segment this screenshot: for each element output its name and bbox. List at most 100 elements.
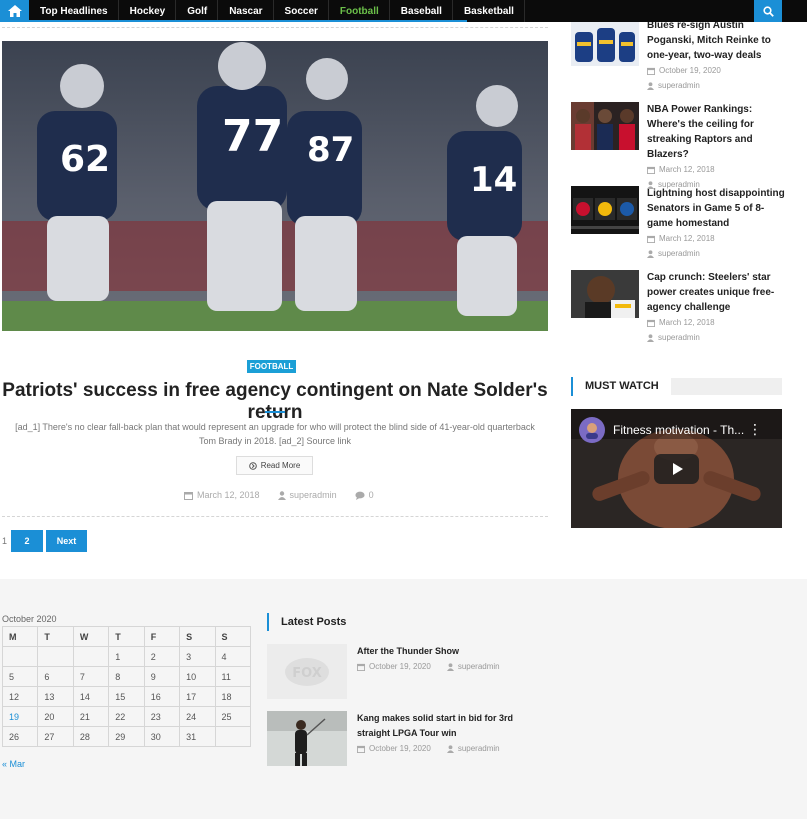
calendar-day: 23: [143, 706, 181, 727]
calendar-header: M: [1, 626, 39, 647]
nav-item-nascar[interactable]: Nascar: [218, 0, 274, 22]
nav-menu: Top Headlines Hockey Golf Nascar Soccer …: [29, 0, 525, 22]
calendar-day: [1, 646, 39, 667]
sidebar-post[interactable]: Lightning host disappointing Senators in…: [571, 186, 786, 266]
svg-text:14: 14: [470, 160, 517, 200]
sidebar-post-thumbnail[interactable]: [571, 102, 639, 150]
sidebar-author-text[interactable]: superadmin: [658, 81, 700, 90]
calendar-day: 4: [214, 646, 252, 667]
nav-item-soccer[interactable]: Soccer: [274, 0, 330, 22]
sidebar-post-thumbnail[interactable]: [571, 270, 639, 318]
article-excerpt: [ad_1] There's no clear fall-back plan t…: [15, 422, 535, 446]
page-current: 1: [2, 536, 8, 546]
article-author[interactable]: superadmin: [290, 490, 337, 500]
nav-item-baseball[interactable]: Baseball: [390, 0, 454, 22]
sidebar-post[interactable]: NBA Power Rankings: Where's the ceiling …: [571, 102, 787, 189]
calendar-day: 12: [1, 686, 39, 707]
sidebar-post-title[interactable]: Lightning host disappointing Senators in…: [647, 186, 787, 231]
read-more-button[interactable]: Read More: [236, 456, 313, 475]
calendar-prev-month-link[interactable]: « Mar: [2, 759, 25, 769]
calendar-day: [72, 646, 110, 667]
sidebar-post-thumbnail[interactable]: [571, 186, 639, 234]
pagination: 1 2 Next: [2, 530, 87, 552]
nav-item-hockey[interactable]: Hockey: [119, 0, 177, 22]
must-watch-heading: MUST WATCH: [571, 377, 782, 396]
page-2-button[interactable]: 2: [11, 530, 43, 552]
nav-item-golf[interactable]: Golf: [176, 0, 219, 22]
latest-post-meta: October 19, 2020 superadmin: [357, 741, 527, 756]
nav-item-football[interactable]: Football: [329, 0, 390, 22]
user-icon: [277, 490, 286, 500]
sidebar-date-text[interactable]: March 12, 2018: [659, 234, 715, 243]
next-page-button[interactable]: Next: [46, 530, 87, 552]
sidebar-post-author: superadmin: [647, 246, 787, 261]
sidebar-post-title[interactable]: Cap crunch: Steelers' star power creates…: [647, 270, 787, 315]
article-comments[interactable]: 0: [369, 490, 374, 500]
user-icon: [647, 81, 654, 90]
calendar-icon: [647, 319, 655, 327]
search-button[interactable]: [754, 0, 782, 22]
divider: [2, 27, 548, 28]
sidebar-date-text[interactable]: March 12, 2018: [659, 165, 715, 174]
calendar-header: S: [214, 626, 252, 647]
sidebar-post-title[interactable]: Blues re-sign Austin Poganski, Mitch Rei…: [647, 18, 787, 63]
sidebar-post-date: March 12, 2018: [647, 162, 787, 177]
sidebar-post-date: March 12, 2018: [647, 315, 787, 330]
calendar-day: 13: [37, 686, 74, 707]
video-player[interactable]: Fitness motivation - Th... ⋮: [571, 409, 782, 528]
latest-post-author[interactable]: superadmin: [458, 744, 500, 753]
calendar-widget: M T W T F S S 1 2 3 4 5 6 7 8 9 10 11 12 13 14 15 16 17 1…: [1, 626, 252, 747]
nav-item-basketball[interactable]: Basketball: [453, 0, 525, 22]
divider: [2, 516, 548, 517]
category-badge[interactable]: FOOTBALL: [247, 360, 296, 373]
home-icon: [7, 5, 22, 17]
sidebar-author-text[interactable]: superadmin: [658, 333, 700, 342]
nav-item-top-headlines[interactable]: Top Headlines: [29, 0, 119, 22]
latest-post-date[interactable]: October 19, 2020: [369, 744, 431, 753]
sidebar-post-title[interactable]: NBA Power Rankings: Where's the ceiling …: [647, 102, 787, 162]
calendar-header: T: [37, 626, 74, 647]
channel-avatar[interactable]: [579, 417, 605, 443]
latest-post-item[interactable]: Kang makes solid start in bid for 3rd st…: [267, 711, 567, 767]
latest-post-title[interactable]: Kang makes solid start in bid for 3rd st…: [357, 711, 527, 741]
calendar-day: [214, 726, 252, 747]
sidebar-post[interactable]: Blues re-sign Austin Poganski, Mitch Rei…: [571, 18, 786, 98]
sidebar-author-text[interactable]: superadmin: [658, 249, 700, 258]
calendar-day: 24: [179, 706, 216, 727]
video-title[interactable]: Fitness motivation - Th...: [613, 423, 744, 437]
calendar-day[interactable]: 19: [1, 706, 39, 727]
calendar-day: 18: [214, 686, 252, 707]
play-button[interactable]: [654, 454, 699, 484]
article-hero-image[interactable]: 62 77 87 14: [2, 41, 548, 331]
more-options-icon[interactable]: ⋮: [748, 421, 762, 438]
calendar-day: 8: [108, 666, 145, 687]
heading-accent-bar: [571, 377, 573, 396]
calendar-day: 9: [143, 666, 181, 687]
article-title[interactable]: Patriots' success in free agency conting…: [0, 380, 550, 424]
must-watch-label: MUST WATCH: [585, 380, 659, 392]
home-button[interactable]: [0, 0, 29, 22]
calendar-header: T: [108, 626, 145, 647]
calendar-week-row: 12 13 14 15 16 17 18: [1, 686, 252, 707]
sidebar-date-text[interactable]: October 19, 2020: [659, 66, 721, 75]
sidebar-post[interactable]: Cap crunch: Steelers' star power creates…: [571, 270, 786, 350]
calendar-day: 11: [214, 666, 252, 687]
nav-underline: [29, 20, 467, 22]
sidebar-post-thumbnail[interactable]: [571, 18, 639, 66]
calendar-day: 5: [1, 666, 39, 687]
sidebar-date-text[interactable]: March 12, 2018: [659, 318, 715, 327]
latest-post-author[interactable]: superadmin: [458, 662, 500, 671]
fox-logo: FOX: [292, 666, 322, 681]
title-underline: [265, 411, 285, 413]
calendar-header: F: [143, 626, 181, 647]
latest-post-title[interactable]: After the Thunder Show: [357, 644, 527, 659]
calendar-caption: October 2020: [2, 614, 57, 624]
calendar-day: 6: [37, 666, 74, 687]
latest-posts-label: Latest Posts: [281, 616, 347, 628]
latest-post-date[interactable]: October 19, 2020: [369, 662, 431, 671]
latest-post-thumbnail[interactable]: [267, 711, 347, 766]
latest-post-item[interactable]: FOX After the Thunder Show October 19, 2…: [267, 644, 567, 700]
calendar-week-row: 1234: [1, 646, 252, 667]
latest-post-thumbnail[interactable]: FOX: [267, 644, 347, 699]
article-date[interactable]: March 12, 2018: [197, 490, 260, 500]
